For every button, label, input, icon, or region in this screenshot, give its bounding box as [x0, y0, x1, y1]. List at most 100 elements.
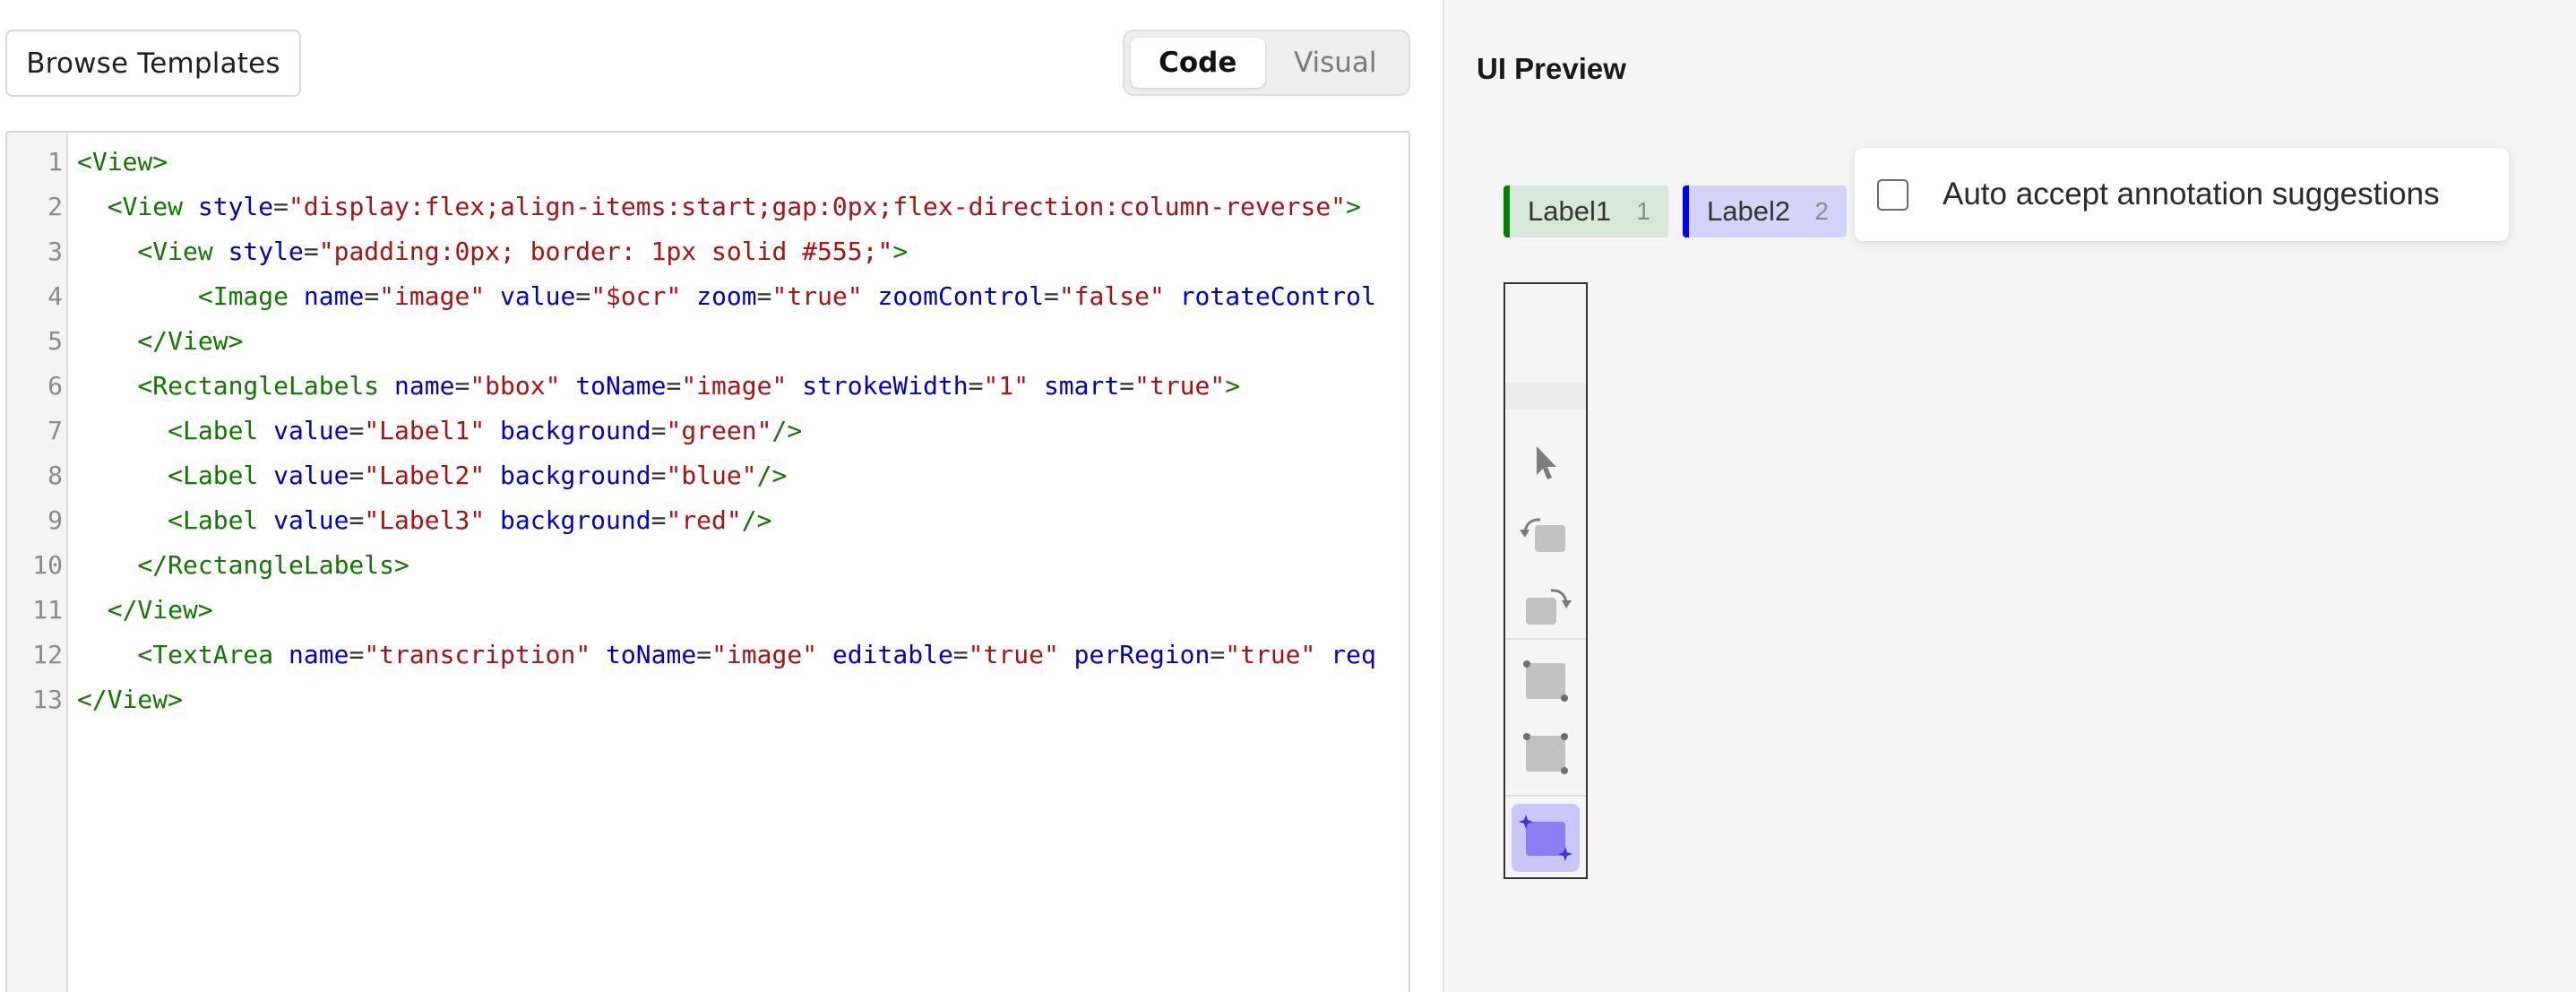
line-content: <RectangleLabels name="bbox" toName="ima… — [77, 364, 1409, 409]
annotation-toolbar — [1503, 282, 1588, 879]
code-token: rotateControl — [1179, 281, 1376, 311]
label-chip-label2[interactable]: Label2 2 — [1683, 185, 1847, 237]
code-token: </View> — [77, 595, 213, 625]
code-token: = — [575, 281, 591, 311]
code-token: > — [1225, 371, 1241, 401]
code-lines[interactable]: 1 <View> 2 <View style="display:flex;align… — [7, 133, 1409, 992]
line-content: <TextArea name="transcription" toName="i… — [77, 633, 1409, 677]
code-token: background — [500, 416, 651, 445]
code-line[interactable]: 2 <View style="display:flex;align-items:… — [7, 185, 1409, 229]
code-line[interactable]: 9 <Label value="Label3" background="red"… — [7, 498, 1409, 543]
rotate-right-tool-button[interactable] — [1512, 573, 1580, 641]
code-token: /> — [756, 461, 788, 490]
code-token: > — [1346, 192, 1361, 221]
pointer-tool-button[interactable] — [1512, 429, 1580, 497]
code-token: "image" — [711, 640, 818, 669]
line-number: 10 — [32, 550, 63, 580]
line-content: <View style="padding:0px; border: 1px so… — [77, 229, 1409, 274]
code-token: style — [197, 192, 274, 221]
code-token: "false" — [1058, 281, 1165, 311]
code-token: "display:flex;align-items:start;gap:0px;… — [289, 192, 1347, 221]
code-token: value — [273, 461, 349, 490]
code-token: = — [696, 640, 712, 669]
code-line[interactable]: 1 <View> — [7, 140, 1409, 185]
code-token: /> — [771, 416, 803, 445]
code-token: = — [303, 237, 319, 266]
code-token: = — [650, 461, 667, 490]
line-number: 6 — [47, 371, 63, 401]
rotate-right-icon — [1526, 589, 1572, 625]
smart-rectangle-tool-button[interactable] — [1512, 804, 1580, 872]
rectangle-tool-button[interactable] — [1512, 647, 1580, 715]
line-number: 9 — [47, 505, 63, 535]
code-token: "red" — [666, 505, 742, 535]
code-line[interactable]: 6 <RectangleLabels name="bbox" toName="i… — [7, 364, 1409, 409]
auto-accept-label[interactable]: Auto accept annotation suggestions — [1943, 177, 2440, 212]
code-token: "Label3" — [364, 505, 486, 535]
auto-accept-checkbox[interactable] — [1877, 178, 1908, 211]
code-token: style — [228, 237, 304, 266]
rectangle-three-point-tool-button[interactable] — [1512, 720, 1580, 788]
label-chip-label1[interactable]: Label1 1 — [1503, 185, 1668, 237]
rotate-left-tool-button[interactable] — [1512, 502, 1580, 570]
code-line[interactable]: 8 <Label value="Label2" background="blue… — [7, 453, 1409, 498]
browse-templates-button[interactable]: Browse Templates — [5, 30, 301, 97]
rectangle-two-point-icon — [1523, 660, 1568, 702]
code-token: editable — [831, 640, 953, 669]
code-line[interactable]: 11 </View> — [7, 588, 1409, 633]
code-token: strokeWidth — [802, 371, 969, 401]
toolbar-drag-handle[interactable] — [1505, 383, 1586, 410]
tab-code[interactable]: Code — [1131, 38, 1265, 88]
code-editor[interactable]: 1 <View> 2 <View style="display:flex;align… — [5, 131, 1410, 992]
code-line[interactable]: 12 <TextArea name="transcription" toName… — [7, 633, 1409, 677]
code-token: value — [273, 416, 349, 445]
rotate-left-icon — [1520, 518, 1565, 552]
code-line[interactable]: 5 </View> — [7, 319, 1409, 364]
code-token: </RectangleLabels> — [77, 550, 409, 580]
code-token: "blue" — [666, 461, 757, 490]
code-token: = — [650, 505, 667, 535]
code-token: = — [1119, 371, 1135, 401]
rectangle-three-point-icon — [1523, 733, 1568, 774]
code-token: </View> — [77, 326, 244, 356]
code-line[interactable]: 13 </View> — [7, 677, 1409, 722]
code-line[interactable]: 10 </RectangleLabels> — [7, 543, 1409, 588]
code-token: zoom — [696, 281, 757, 311]
code-line[interactable]: 7 <Label value="Label1" background="gree… — [7, 409, 1409, 453]
code-token: = — [666, 371, 682, 401]
code-token: "1" — [983, 371, 1030, 401]
code-token: "transcription" — [364, 640, 591, 669]
code-token: "bbox" — [470, 371, 561, 401]
code-token: "true" — [968, 640, 1059, 669]
line-content: </View> — [77, 588, 1409, 633]
line-number: 5 — [47, 326, 63, 356]
line-content: </View> — [77, 319, 1409, 364]
smart-rectangle-icon — [1519, 815, 1572, 861]
code-token: "image" — [379, 281, 486, 311]
code-token: <RectangleLabels — [77, 371, 395, 401]
code-line[interactable]: 3 <View style="padding:0px; border: 1px … — [7, 229, 1409, 274]
code-token: "$ocr" — [590, 281, 682, 311]
code-token: = — [968, 371, 984, 401]
code-token: = — [650, 416, 667, 445]
code-token: value — [273, 505, 349, 535]
code-token: "Label1" — [364, 416, 486, 445]
code-token: zoomControl — [877, 281, 1044, 311]
code-token: = — [349, 505, 365, 535]
label-chip-hotkey: 2 — [1814, 197, 1829, 225]
code-token: name — [289, 640, 349, 669]
code-token: > — [892, 237, 909, 266]
line-number: 11 — [32, 595, 63, 625]
code-line[interactable]: 4 <Image name="image" value="$ocr" zoom=… — [7, 274, 1409, 319]
toolbar-separator — [1505, 795, 1586, 797]
code-token: = — [349, 416, 365, 445]
code-token: toName — [575, 371, 667, 401]
tab-visual[interactable]: Visual — [1269, 38, 1403, 88]
